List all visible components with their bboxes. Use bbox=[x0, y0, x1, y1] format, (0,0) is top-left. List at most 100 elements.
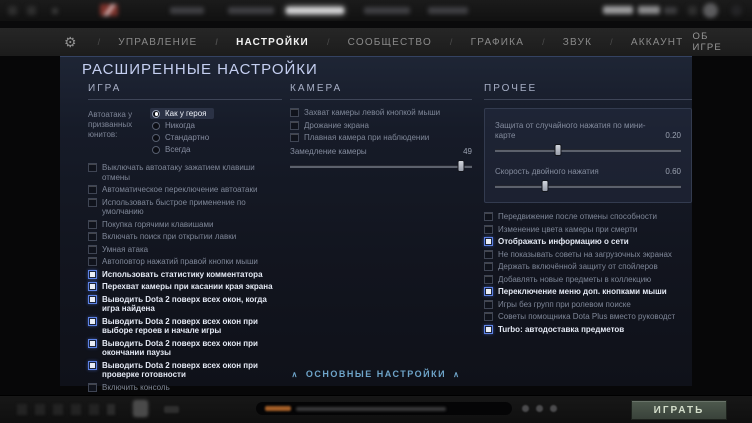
slider-value: 0.20 bbox=[665, 131, 681, 140]
checkbox[interactable] bbox=[484, 212, 493, 221]
checkbox[interactable] bbox=[88, 282, 97, 291]
settings-tab[interactable]: ГРАФИКА bbox=[441, 37, 533, 48]
checkbox[interactable] bbox=[88, 219, 97, 229]
checkbox[interactable] bbox=[88, 269, 97, 279]
checkbox[interactable] bbox=[88, 185, 97, 194]
checkbox[interactable] bbox=[484, 324, 493, 334]
checkbox-row[interactable]: Выводить Dota 2 поверх всех окон при око… bbox=[88, 338, 282, 358]
chat-strip[interactable] bbox=[256, 402, 512, 415]
checkbox-row[interactable]: Плавная камера при наблюдении bbox=[290, 133, 472, 143]
slider-label: Замедление камеры bbox=[290, 146, 367, 156]
checkbox-row[interactable]: Держать включённой защиту от спойлеров bbox=[484, 262, 692, 272]
checkbox[interactable] bbox=[290, 108, 299, 117]
checkbox[interactable] bbox=[88, 294, 97, 304]
slider-value: 0.60 bbox=[665, 167, 681, 176]
checkbox-row[interactable]: Выключать автоатаку зажатием клавиши отм… bbox=[88, 163, 282, 182]
checkbox-row[interactable]: Выводить Dota 2 поверх всех окон при выб… bbox=[88, 316, 282, 336]
chat-icons bbox=[522, 405, 557, 412]
checkbox-row[interactable]: Автоматическое переключение автоатаки bbox=[88, 185, 282, 195]
checkbox[interactable] bbox=[88, 382, 97, 392]
checkbox-row[interactable]: Умная атака bbox=[88, 244, 282, 255]
settings-tab[interactable]: СООБЩЕСТВО bbox=[318, 37, 441, 48]
checkbox-row[interactable]: Использовать быстрое применение по умолч… bbox=[88, 197, 282, 217]
checkbox-row[interactable]: Дрожание экрана bbox=[290, 120, 472, 131]
misc-sliders-box: Защита от случайного нажатия по мини-кар… bbox=[484, 108, 692, 203]
chevron-up-icon bbox=[453, 370, 460, 379]
checkbox-row[interactable]: Включить консоль bbox=[88, 382, 282, 393]
settings-nav-bar: УПРАВЛЕНИЕ НАСТРОЙКИ СООБЩЕСТВО ГРАФИКА … bbox=[0, 28, 752, 56]
checkbox[interactable] bbox=[88, 163, 97, 172]
checkbox[interactable] bbox=[484, 299, 493, 309]
slider-value: 49 bbox=[463, 146, 472, 156]
checkbox[interactable] bbox=[88, 316, 97, 326]
advanced-settings-panel: РАСШИРЕННЫЕ НАСТРОЙКИ ИГРА Автоатака у п… bbox=[60, 56, 692, 422]
radio-option[interactable]: Как у героя bbox=[150, 108, 215, 119]
checkbox-label: Выводить Dota 2 поверх всех окон при око… bbox=[102, 338, 258, 358]
checkbox[interactable] bbox=[88, 338, 97, 348]
checkbox-row[interactable]: Захват камеры левой кнопкой мыши bbox=[290, 108, 472, 118]
checkbox-row[interactable]: Изменение цвета камеры при смерти bbox=[484, 224, 692, 235]
checkbox-row[interactable]: Автоповтор нажатий правой кнопки мыши bbox=[88, 257, 282, 267]
checkbox[interactable] bbox=[88, 257, 97, 266]
checkbox-row[interactable]: Покупка горячими клавишами bbox=[88, 219, 282, 230]
settings-tab[interactable]: ЗВУК bbox=[533, 37, 601, 48]
settings-tab[interactable]: НАСТРОЙКИ bbox=[206, 37, 318, 48]
settings-tab[interactable]: УПРАВЛЕНИЕ bbox=[89, 37, 207, 48]
settings-tab[interactable]: АККАУНТ bbox=[601, 37, 692, 48]
checkbox[interactable] bbox=[484, 224, 493, 234]
taskbar-icon-blurred bbox=[71, 404, 81, 415]
autoattack-label: Автоатака у призванных юнитов: bbox=[88, 110, 133, 139]
checkbox[interactable] bbox=[88, 197, 97, 207]
about-game-link[interactable]: ОБ ИГРЕ bbox=[692, 31, 722, 53]
checkbox-label: Использовать быстрое применение по умолч… bbox=[102, 197, 246, 217]
radio-icon bbox=[152, 109, 160, 118]
slider-setting: Замедление камеры 49 bbox=[290, 147, 472, 172]
checkbox-row[interactable]: Передвижение после отмены способности bbox=[484, 212, 692, 222]
checkbox-row[interactable]: Выводить Dota 2 поверх всех окон, когда … bbox=[88, 294, 282, 314]
checkbox[interactable] bbox=[88, 232, 97, 241]
checkbox-row[interactable]: Отображать информацию о сети bbox=[484, 237, 692, 247]
chat-icon bbox=[522, 405, 529, 412]
checkbox-row[interactable]: Не показывать советы на загрузочных экра… bbox=[484, 249, 692, 260]
taskbar-icon-blurred bbox=[53, 404, 63, 415]
divider bbox=[0, 21, 752, 28]
nav-item-blurred bbox=[228, 7, 274, 14]
checkbox-row[interactable]: Добавлять новые предметы в коллекцию bbox=[484, 274, 692, 285]
play-button[interactable]: ИГРАТЬ bbox=[631, 400, 727, 420]
slider-track[interactable] bbox=[495, 180, 681, 192]
radio-option[interactable]: Всегда bbox=[150, 144, 198, 155]
checkbox[interactable] bbox=[290, 133, 299, 142]
window-icon bbox=[8, 6, 17, 15]
slider-track[interactable] bbox=[290, 159, 472, 172]
checkbox-row[interactable]: Использовать статистику комментатора bbox=[88, 269, 282, 280]
checkbox[interactable] bbox=[484, 237, 493, 246]
slider-thumb[interactable] bbox=[541, 180, 549, 192]
checkbox[interactable] bbox=[88, 244, 97, 254]
checkbox[interactable] bbox=[484, 312, 493, 321]
game-checkbox-list: Выключать автоатаку зажатием клавиши отм… bbox=[88, 163, 282, 392]
basic-settings-toggle[interactable]: ОСНОВНЫЕ НАСТРОЙКИ bbox=[60, 369, 692, 379]
checkbox-row[interactable]: Включать поиск при открытии лавки bbox=[88, 232, 282, 242]
checkbox-row[interactable]: Советы помощника Dota Plus вместо руково… bbox=[484, 312, 692, 322]
checkbox[interactable] bbox=[484, 249, 493, 259]
taskbar-icon-blurred bbox=[107, 404, 115, 415]
checkbox-row[interactable]: Turbo: автодоставка предметов bbox=[484, 324, 692, 335]
checkbox-label: Добавлять новые предметы в коллекцию bbox=[498, 274, 652, 284]
taskbar-icon-blurred bbox=[89, 404, 99, 415]
checkbox-label: Автоповтор нажатий правой кнопки мыши bbox=[102, 257, 258, 266]
checkbox-label: Держать включённой защиту от спойлеров bbox=[498, 262, 658, 271]
slider-track[interactable] bbox=[495, 144, 681, 156]
slider-thumb[interactable] bbox=[457, 159, 465, 172]
radio-option[interactable]: Никогда bbox=[150, 120, 203, 131]
slider-thumb[interactable] bbox=[554, 144, 562, 156]
checkbox[interactable] bbox=[484, 262, 493, 271]
checkbox-row[interactable]: Перехват камеры при касании края экрана bbox=[88, 282, 282, 292]
avatar bbox=[703, 3, 718, 18]
checkbox-row[interactable]: Переключение меню доп. кнопками мыши bbox=[484, 287, 692, 297]
checkbox[interactable] bbox=[484, 287, 493, 296]
checkbox-row[interactable]: Игры без групп при ролевом поиске bbox=[484, 299, 692, 310]
radio-option[interactable]: Стандартно bbox=[150, 132, 217, 143]
checkbox-label: Выводить Dota 2 поверх всех окон при выб… bbox=[102, 316, 258, 336]
checkbox[interactable] bbox=[290, 120, 299, 130]
checkbox[interactable] bbox=[484, 274, 493, 284]
